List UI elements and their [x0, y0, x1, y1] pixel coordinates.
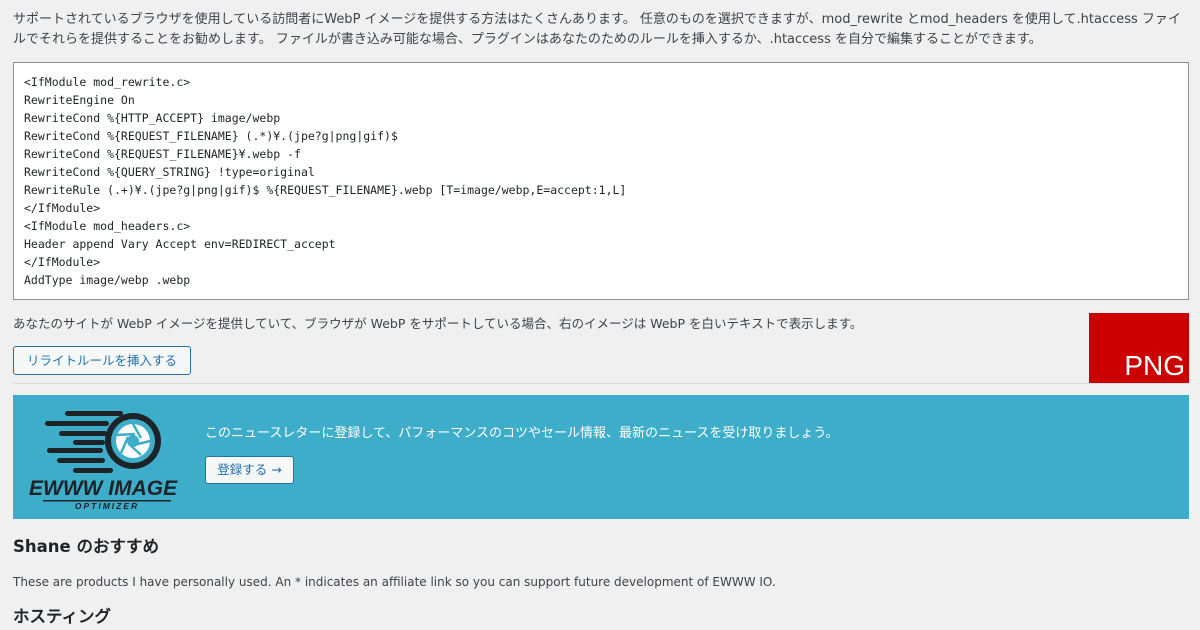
newsletter-text: このニュースレターに登録して、パフォーマンスのコツやセール情報、最新のニュースを… [205, 426, 839, 441]
code-line: RewriteCond %{HTTP_ACCEPT} image/webp [24, 111, 281, 125]
code-line: RewriteEngine On [24, 93, 135, 107]
webp-test-note: あなたのサイトが WebP イメージを提供していて、ブラウザが WebP をサポ… [13, 316, 863, 331]
recommendations-title: Shane のおすすめ [13, 537, 159, 556]
webp-intro-text: サポートされているブラウザを使用している訪問者にWebP イメージを提供する方法… [13, 12, 1181, 47]
webp-test-image: PNG [1089, 313, 1189, 383]
section-divider [13, 383, 1189, 384]
htaccess-rules: <IfModule mod_rewrite.c> RewriteEngine O… [24, 73, 1178, 289]
ewww-logo-word: EWWW IMAGE [29, 477, 178, 500]
insert-rewrite-rules-button[interactable]: リライトルールを挿入する [13, 346, 191, 375]
code-line: RewriteCond %{QUERY_STRING} !type=origin… [24, 165, 315, 179]
newsletter-banner: EWWW IMAGE OPTIMIZER このニュースレターに登録して、パフォー… [13, 395, 1189, 519]
ewww-logo: EWWW IMAGE OPTIMIZER [25, 407, 195, 511]
code-line: RewriteCond %{REQUEST_FILENAME}¥.webp -f [24, 147, 301, 161]
code-line: RewriteCond %{REQUEST_FILENAME} (.*)¥.(j… [24, 129, 398, 143]
code-line: RewriteRule (.+)¥.(jpe?g|png|gif)$ %{REQ… [24, 183, 627, 197]
subscribe-button[interactable]: 登録する → [205, 456, 294, 484]
webp-test-image-label: PNG [1124, 350, 1185, 381]
ewww-logo-sub: OPTIMIZER [75, 501, 139, 511]
recommendations-description: These are products I have personally use… [13, 575, 776, 589]
code-line: AddType image/webp .webp [24, 273, 191, 287]
code-line: <IfModule mod_headers.c> [24, 219, 191, 233]
hosting-heading: ホスティング [13, 607, 112, 626]
code-line: Header append Vary Accept env=REDIRECT_a… [24, 237, 336, 251]
htaccess-code-box[interactable]: <IfModule mod_rewrite.c> RewriteEngine O… [13, 62, 1189, 300]
code-line: </IfModule> [24, 255, 101, 269]
code-line: </IfModule> [24, 201, 101, 215]
code-line: <IfModule mod_rewrite.c> [24, 75, 191, 89]
ewww-aperture-logo-icon: EWWW IMAGE OPTIMIZER [29, 411, 178, 511]
